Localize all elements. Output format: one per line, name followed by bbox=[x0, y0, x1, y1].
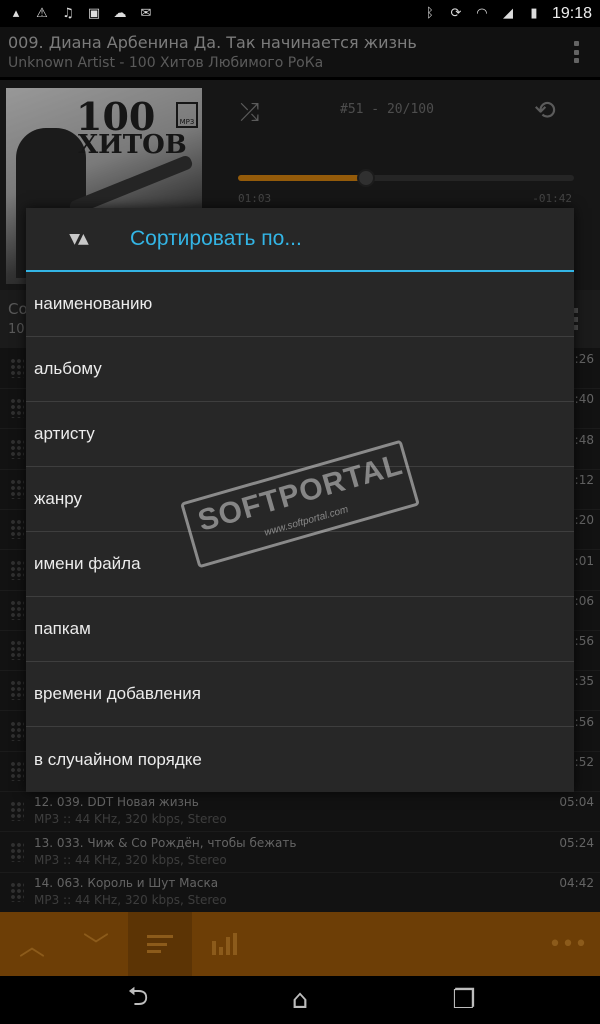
clock: 19:18 bbox=[551, 4, 592, 22]
cloud-upload-icon: ☁ bbox=[113, 5, 127, 21]
sort-option[interactable]: папкам bbox=[26, 597, 574, 662]
status-bar: ▴ ⚠ ♫ ▣ ☁ ✉ ᛒ ⟳ ◠ ◢ ▮ 19:18 bbox=[0, 0, 600, 27]
sort-option[interactable]: альбому bbox=[26, 337, 574, 402]
music-icon: ♫ bbox=[62, 5, 74, 21]
sort-order-icon: ▼▲ bbox=[69, 231, 89, 247]
bluetooth-icon: ᛒ bbox=[426, 5, 434, 21]
sort-option[interactable]: в случайном порядке bbox=[26, 727, 574, 792]
back-icon[interactable]: ⮌ bbox=[98, 976, 178, 1024]
rotate-icon: ⟳ bbox=[450, 5, 462, 21]
wifi-icon: ◠ bbox=[476, 5, 488, 21]
sort-option[interactable]: наименованию bbox=[26, 272, 574, 337]
mail-icon: ✉ bbox=[140, 5, 152, 21]
system-nav-bar: ⮌ ⌂ ❐ bbox=[0, 976, 600, 1024]
signal-icon: ◢ bbox=[502, 5, 513, 21]
warning-icon: ⚠ bbox=[36, 5, 48, 21]
recent-apps-icon[interactable]: ❐ bbox=[424, 976, 504, 1024]
sort-dialog-header: ▼▲ Сортировать по... bbox=[26, 208, 574, 272]
wifi-signal-icon: ▴ bbox=[12, 5, 20, 21]
sort-option[interactable]: артисту bbox=[26, 402, 574, 467]
sort-option[interactable]: имени файла bbox=[26, 532, 574, 597]
home-icon[interactable]: ⌂ bbox=[260, 976, 340, 1024]
battery-icon: ▮ bbox=[530, 5, 538, 21]
sort-option[interactable]: времени добавления bbox=[26, 662, 574, 727]
image-icon: ▣ bbox=[87, 5, 101, 21]
sort-dialog-title: Сортировать по... bbox=[130, 227, 302, 250]
